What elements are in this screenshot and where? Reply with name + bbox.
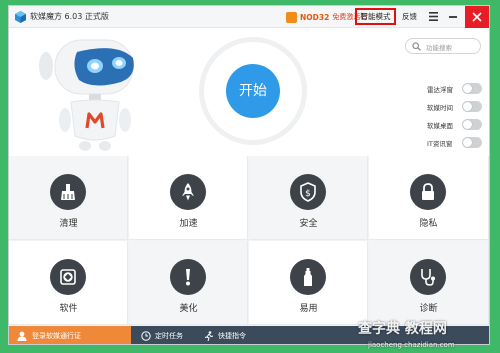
promo-brand: NOD32 <box>300 12 330 22</box>
tile-label: 易用 <box>299 304 318 314</box>
aperture-icon <box>50 259 86 295</box>
window-title: 软媒魔方 6.03 正式版 <box>30 12 109 21</box>
tile-privacy[interactable]: 隐私 <box>369 156 489 240</box>
smart-mode-button[interactable]: 智能模式 <box>355 8 396 25</box>
desktop-background: 软媒魔方 6.03 正式版 NOD32 免费激活码 智能模式 反馈 开始 功能搜… <box>0 0 500 353</box>
lock-icon-glyph <box>422 183 434 200</box>
search-placeholder: 功能搜索 <box>426 44 452 52</box>
toggle-ruanmei-time: 软媒时间 <box>427 101 487 113</box>
tile-label: 软件 <box>59 304 78 314</box>
quick-command-button[interactable]: 快捷指令 <box>204 326 264 344</box>
lock-icon <box>410 174 446 210</box>
ruanmei-desktop-switch[interactable] <box>462 119 482 130</box>
menu-icon[interactable] <box>429 12 438 21</box>
tile-beautify[interactable]: 美化 <box>129 241 248 325</box>
tile-diagnose[interactable]: 诊断 <box>369 241 489 325</box>
tile-label: 加速 <box>179 219 198 229</box>
toggle-label: 软媒时间 <box>427 104 453 112</box>
exclamation-icon <box>170 259 206 295</box>
feature-search-input[interactable]: 功能搜索 <box>405 38 481 54</box>
aperture-icon-glyph <box>60 269 76 285</box>
rocket-icon <box>170 174 206 210</box>
exclamation-icon-glyph <box>186 269 190 286</box>
bottle-icon-glyph <box>304 268 312 286</box>
tile-speedup[interactable]: 加速 <box>129 156 248 240</box>
it-news-switch[interactable] <box>462 137 482 148</box>
search-icon <box>412 42 421 51</box>
shield-icon: $ <box>290 174 326 210</box>
robot-mascot <box>39 39 134 151</box>
scheduled-task-button[interactable]: 定时任务 <box>141 326 201 344</box>
tile-label: 清理 <box>59 219 78 229</box>
close-icon <box>472 12 482 22</box>
minimize-icon[interactable] <box>449 16 457 18</box>
toggle-label: 雷达浮窗 <box>427 86 453 94</box>
feature-grid: 清理 加速 $ 安全 隐私 软件 美化 易用 诊断 <box>9 156 489 326</box>
broom-icon <box>50 174 86 210</box>
rocket-icon-glyph <box>182 183 194 201</box>
tile-label: 隐私 <box>419 219 438 229</box>
stethoscope-icon <box>410 259 446 295</box>
clock-icon <box>141 331 151 341</box>
running-man-icon <box>204 331 214 341</box>
tile-clean[interactable]: 清理 <box>9 156 128 240</box>
broom-icon-glyph <box>61 184 75 200</box>
ruanmei-time-switch[interactable] <box>462 101 482 112</box>
stethoscope-icon-glyph <box>421 269 435 286</box>
tile-label: 美化 <box>179 304 198 314</box>
watermark: 查字典 教程网 jiaocheng.chazidian.com <box>350 318 500 353</box>
toggle-it-news: IT资讯窗 <box>427 137 487 149</box>
app-window: 软媒魔方 6.03 正式版 NOD32 免费激活码 智能模式 反馈 开始 功能搜… <box>8 5 490 345</box>
quick-command-label: 快捷指令 <box>218 332 246 340</box>
shield-icon-glyph: $ <box>300 182 316 202</box>
start-button[interactable]: 开始 <box>226 64 280 118</box>
close-button[interactable] <box>465 6 489 28</box>
tile-label: 安全 <box>299 219 318 229</box>
tile-security[interactable]: $ 安全 <box>249 156 368 240</box>
bottle-icon <box>290 259 326 295</box>
login-label: 登录软媒通行证 <box>32 332 81 340</box>
hero-area: 开始 功能搜索 雷达浮窗 软媒时间 软媒桌面 IT资讯窗 <box>9 28 489 156</box>
watermark-main: 查字典 教程网 <box>358 321 447 337</box>
radar-window-switch[interactable] <box>462 83 482 94</box>
login-passport-button[interactable]: 登录软媒通行证 <box>9 326 131 344</box>
toggle-ruanmei-desktop: 软媒桌面 <box>427 119 487 131</box>
user-icon <box>17 331 27 341</box>
feedback-button[interactable]: 反馈 <box>402 11 417 22</box>
cube-logo-icon <box>15 11 26 23</box>
toggle-label: IT资讯窗 <box>427 140 453 148</box>
nod32-badge-icon <box>286 11 297 23</box>
toggle-label: 软媒桌面 <box>427 122 453 130</box>
scheduled-task-label: 定时任务 <box>155 332 183 340</box>
title-bar: 软媒魔方 6.03 正式版 NOD32 免费激活码 智能模式 反馈 <box>9 6 489 28</box>
tile-usability[interactable]: 易用 <box>249 241 368 325</box>
watermark-url: jiaocheng.chazidian.com <box>368 341 455 349</box>
tile-software[interactable]: 软件 <box>9 241 128 325</box>
svg-text:$: $ <box>305 189 311 199</box>
toggle-radar-window: 雷达浮窗 <box>427 83 487 95</box>
tile-label: 诊断 <box>419 304 438 314</box>
